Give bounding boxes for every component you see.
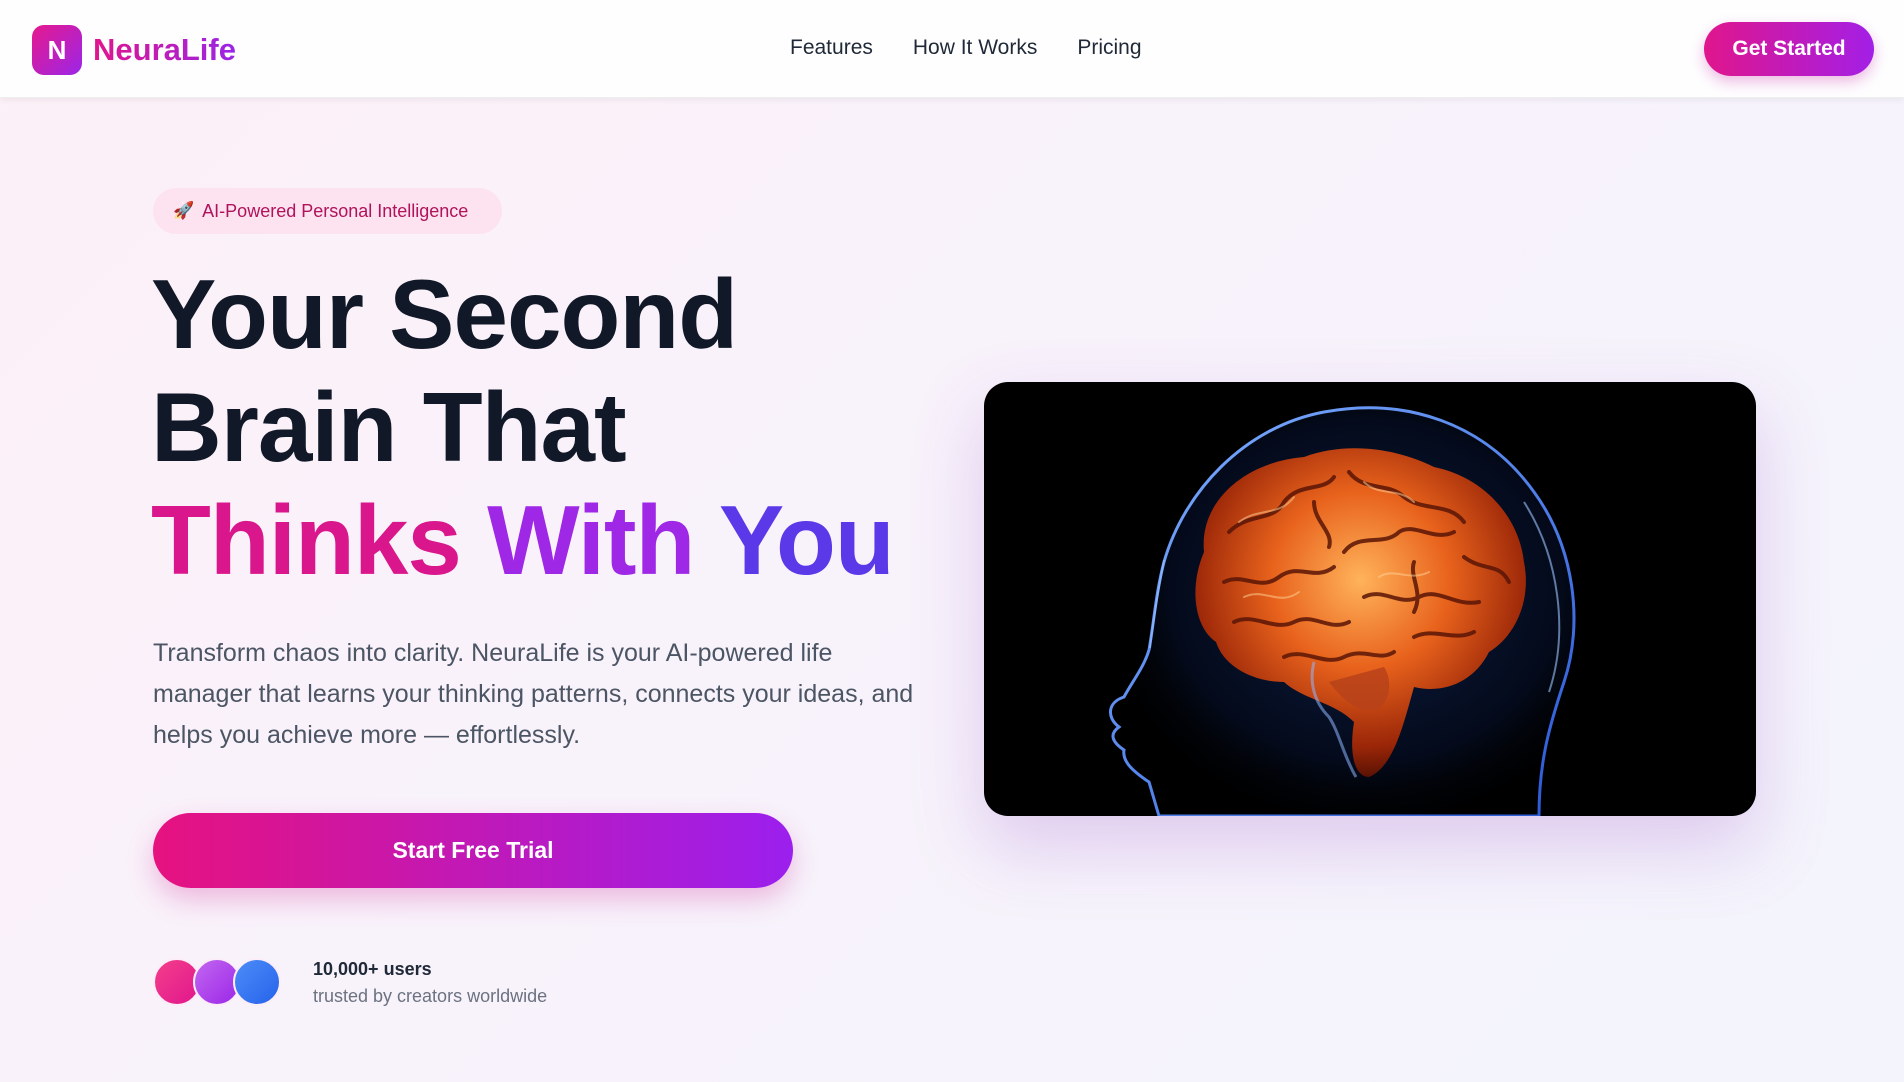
social-proof-text: 10,000+ users trusted by creators worldw… [313, 959, 547, 1007]
headline-line-2: Brain That [151, 372, 627, 482]
headline-line-1: Your Second [151, 259, 738, 369]
get-started-button[interactable]: Get Started [1704, 22, 1874, 76]
hero-brain-image [984, 382, 1756, 816]
nav-link-how-it-works[interactable]: How It Works [913, 36, 1037, 60]
hero-description: Transform chaos into clarity. NeuraLife … [153, 639, 914, 749]
avatar-stack [153, 958, 283, 1008]
brain-illustration [1109, 406, 1576, 816]
logo-mark-icon: N [32, 25, 82, 75]
headline-word-with: With [487, 485, 695, 595]
headline-word-thinks: Thinks [151, 485, 462, 595]
brand-logo[interactable]: N NeuraLife [32, 25, 236, 75]
badge-text: AI-Powered Personal Intelligence [202, 200, 469, 221]
nav-links: Features How It Works Pricing [790, 36, 1182, 60]
top-navbar: N NeuraLife Features How It Works Pricin… [0, 0, 1904, 98]
headline-line-3: Thinks With You [151, 484, 895, 597]
social-proof: 10,000+ users trusted by creators worldw… [153, 958, 547, 1008]
hero-headline: Your Second Brain That Thinks With You [151, 258, 895, 597]
nav-link-pricing[interactable]: Pricing [1077, 36, 1141, 60]
headline-word-you: You [718, 485, 895, 595]
users-count: 10,000+ users [313, 959, 432, 979]
avatar [233, 958, 281, 1006]
nav-link-features[interactable]: Features [790, 36, 873, 60]
users-caption: trusted by creators worldwide [313, 986, 548, 1006]
start-free-trial-button[interactable]: Start Free Trial [153, 813, 793, 888]
rocket-icon: 🚀 [173, 201, 195, 220]
brand-name: NeuraLife [93, 32, 236, 67]
hero-badge: 🚀 AI-Powered Personal Intelligence [153, 188, 502, 234]
